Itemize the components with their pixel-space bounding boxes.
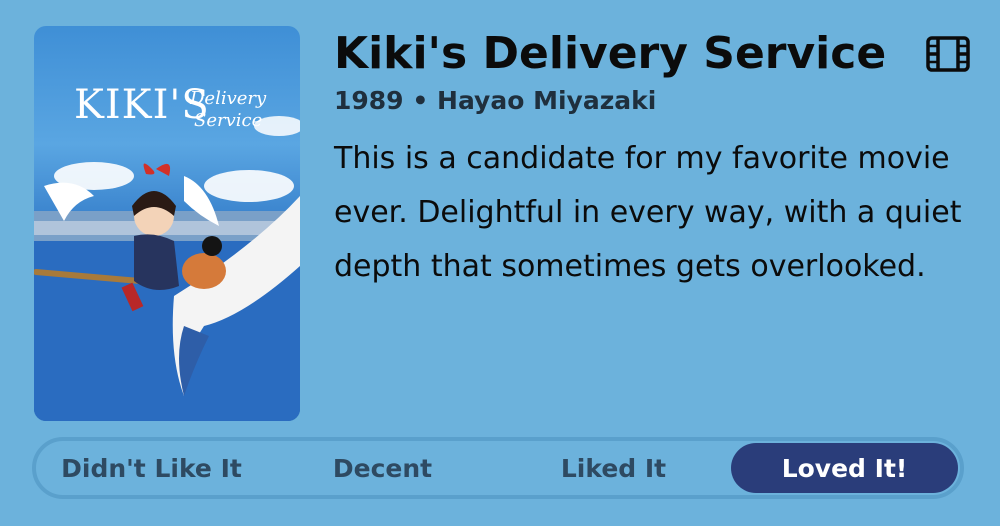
film-icon bbox=[926, 36, 970, 72]
rating-option-loved[interactable]: Loved It! bbox=[731, 443, 958, 493]
rating-option-decent[interactable]: Decent bbox=[269, 443, 496, 493]
movie-year: 1989 bbox=[334, 86, 404, 115]
movie-meta: 1989 • Hayao Miyazaki bbox=[334, 86, 656, 115]
poster-subtitle-service: Service bbox=[194, 110, 263, 131]
rating-option-liked[interactable]: Liked It bbox=[500, 443, 727, 493]
movie-title: Kiki's Delivery Service bbox=[334, 28, 887, 79]
poster-subtitle-delivery: Delivery bbox=[190, 88, 267, 109]
movie-review: This is a candidate for my favorite movi… bbox=[334, 141, 962, 284]
movie-poster: KIKI'S Delivery Service bbox=[34, 26, 300, 421]
movie-director: Hayao Miyazaki bbox=[437, 86, 657, 115]
rating-selector: Didn't Like It Decent Liked It Loved It! bbox=[32, 437, 964, 499]
rating-option-didnt-like[interactable]: Didn't Like It bbox=[38, 443, 265, 493]
meta-separator: • bbox=[412, 86, 429, 115]
